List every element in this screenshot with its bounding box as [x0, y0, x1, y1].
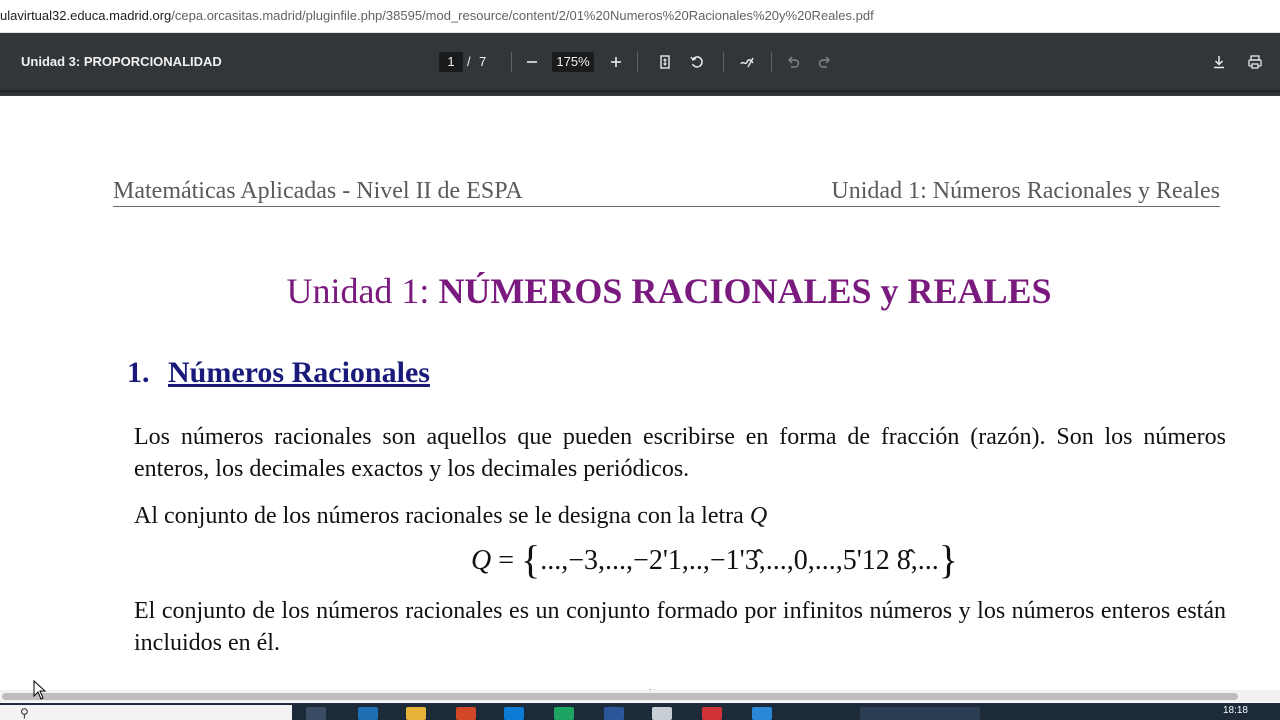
zoom-in-button[interactable]: [604, 50, 628, 74]
redo-icon: [818, 56, 830, 68]
zoom-out-button[interactable]: [520, 50, 544, 74]
rotate-button[interactable]: [685, 50, 709, 74]
url-text[interactable]: ulavirtual32.educa.madrid.org/cepa.orcas…: [0, 8, 874, 23]
app-icon[interactable]: [652, 707, 672, 720]
running-header-left: Matemáticas Aplicadas - Nivel II de ESPA: [113, 178, 523, 204]
app-icon[interactable]: [358, 707, 378, 720]
set-formula: Q = {...,−3,...,−2'1,..,−1'3̂,...,0,...,…: [471, 536, 958, 583]
url-host: ulavirtual32.educa.madrid.org: [0, 8, 172, 23]
download-button[interactable]: [1207, 50, 1231, 74]
paragraph-infinite: El conjunto de los números racionales es…: [134, 598, 1226, 656]
document-title: Unidad 3: PROPORCIONALIDAD: [21, 54, 222, 69]
rotate-icon: [690, 56, 703, 68]
section-title: Números Racionales: [168, 356, 430, 389]
taskbar-search[interactable]: ⚲: [0, 705, 292, 720]
zoom-input[interactable]: 175%: [552, 52, 594, 72]
horizontal-scrollbar[interactable]: [0, 690, 1280, 702]
section-number: 1.: [127, 356, 150, 389]
header-rule: [113, 206, 1220, 207]
edge-icon[interactable]: [504, 707, 524, 720]
redo-button[interactable]: [813, 50, 837, 74]
url-path: /cepa.orcasitas.madrid/pluginfile.php/38…: [171, 8, 874, 23]
page-separator: /: [467, 54, 471, 69]
minus-icon: [527, 61, 537, 63]
formula-lhs: Q: [471, 545, 492, 576]
pdf-page: Matemáticas Aplicadas - Nivel II de ESPA…: [0, 96, 1280, 699]
taskbar-window-button[interactable]: [860, 707, 980, 720]
paragraph-set-letter: Al conjunto de los números racionales se…: [134, 500, 1226, 532]
annotate-button[interactable]: [735, 50, 759, 74]
mouse-cursor-icon: [33, 680, 47, 700]
fit-page-button[interactable]: [653, 50, 677, 74]
task-view-icon[interactable]: [306, 707, 326, 720]
fit-page-icon: [660, 55, 670, 69]
toolbar-divider: [511, 52, 512, 72]
address-bar[interactable]: ulavirtual32.educa.madrid.org/cepa.orcas…: [0, 0, 1280, 33]
printer-icon: [1248, 55, 1262, 69]
formula-body: ...,−3,...,−2'1,..,−1'3̂,...,0,...,5'12 …: [540, 545, 939, 576]
formula-equals: =: [491, 545, 522, 576]
file-explorer-icon[interactable]: [406, 707, 426, 720]
page-total: 7: [479, 54, 487, 69]
page-number-input[interactable]: 1: [439, 52, 463, 72]
formula-open-brace: {: [521, 537, 541, 582]
taskbar: ⚲ 18:18: [0, 703, 1280, 720]
chrome-icon[interactable]: [554, 707, 574, 720]
pen-icon: [740, 57, 754, 68]
download-icon: [1214, 56, 1224, 69]
unit-title-main: NÚMEROS RACIONALES y REALES: [438, 271, 1052, 311]
search-icon: ⚲: [20, 706, 29, 720]
set-letter: Q: [749, 503, 768, 529]
undo-icon: [788, 56, 800, 68]
unit-title-prefix: Unidad 1:: [286, 271, 439, 311]
print-button[interactable]: [1243, 50, 1267, 74]
paragraph-definition: Los números racionales son aquellos que …: [134, 424, 1226, 482]
word-icon[interactable]: [604, 707, 624, 720]
scrollbar-thumb[interactable]: [2, 693, 1238, 700]
toolbar-divider: [771, 52, 772, 72]
app-icon[interactable]: [456, 707, 476, 720]
outlook-icon[interactable]: [752, 707, 772, 720]
toolbar-divider: [723, 52, 724, 72]
plus-icon: [611, 57, 621, 67]
running-header-right: Unidad 1: Números Racionales y Reales: [831, 178, 1220, 204]
paragraph-set-letter-text: Al conjunto de los números racionales se…: [134, 503, 750, 529]
unit-title: Unidad 1: NÚMEROS RACIONALES y REALES: [0, 270, 1280, 312]
formula-close-brace: }: [938, 537, 958, 582]
pdf-toolbar: Unidad 3: PROPORCIONALIDAD 1 / 7 175%: [0, 33, 1280, 90]
app-icon[interactable]: [702, 707, 722, 720]
undo-button[interactable]: [781, 50, 805, 74]
toolbar-divider: [637, 52, 638, 72]
taskbar-clock[interactable]: 18:18: [1223, 705, 1248, 716]
